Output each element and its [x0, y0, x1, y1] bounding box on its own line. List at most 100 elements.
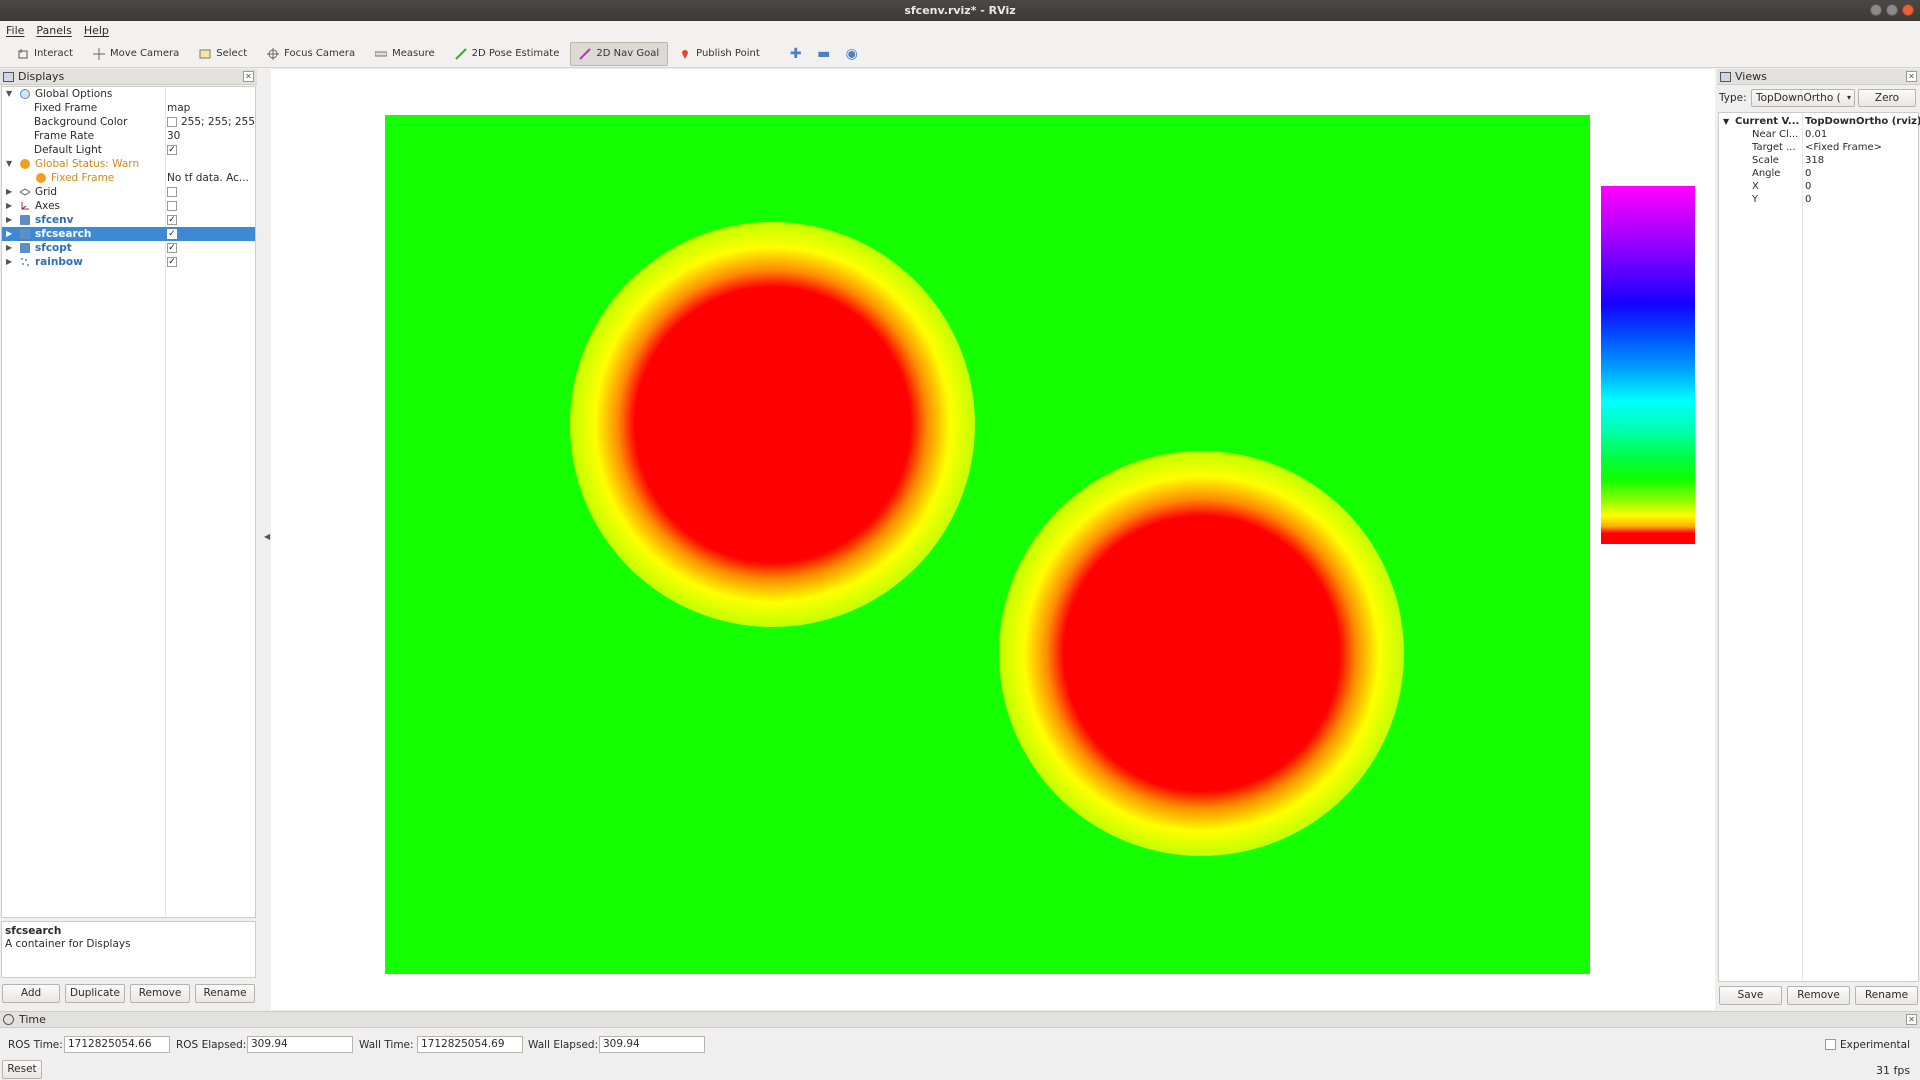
expand-arrow-icon[interactable]: ▼	[6, 90, 14, 98]
angle-value[interactable]: 0	[1805, 167, 1811, 180]
time-panel-title: Time	[19, 1013, 46, 1026]
sfcsearch-checkbox[interactable]: ✓	[167, 229, 177, 239]
tree-row-status-fixed-frame[interactable]: Fixed Frame No tf data. Ac...	[2, 171, 255, 185]
axes-checkbox[interactable]	[167, 201, 177, 211]
tree-row-sfcsearch[interactable]: ▶ sfcsearch ✓	[2, 227, 255, 241]
displays-panel: Displays ✕ ▼ Global Options Fixed Frame …	[0, 69, 257, 1010]
tool-2d-nav-goal[interactable]: 2D Nav Goal	[570, 41, 669, 66]
tree-row-global-status[interactable]: ▼ Global Status: Warn	[2, 157, 255, 171]
tree-row-default-light[interactable]: Default Light ✓	[2, 143, 255, 157]
global-status-label: Global Status: Warn	[35, 158, 140, 170]
displays-close-icon[interactable]: ✕	[243, 71, 254, 82]
menu-panels[interactable]: Panels	[36, 24, 71, 37]
menu-file[interactable]: File	[6, 24, 24, 37]
save-view-button[interactable]: Save	[1719, 986, 1782, 1005]
collapse-left-panel-icon[interactable]: ◀	[264, 532, 270, 541]
tree-row-frame-rate[interactable]: Frame Rate 30	[2, 129, 255, 143]
tree-row-rainbow[interactable]: ▶ rainbow ✓	[2, 255, 255, 269]
duplicate-display-button[interactable]: Duplicate	[65, 984, 125, 1003]
remove-tool-icon[interactable]: ▬	[811, 42, 837, 66]
minimize-button[interactable]	[1870, 4, 1882, 16]
fixed-frame-value[interactable]: map	[167, 101, 255, 115]
sfcopt-checkbox[interactable]: ✓	[167, 243, 177, 253]
color-swatch[interactable]	[167, 117, 177, 127]
wall-elapsed-field[interactable]: 309.94	[599, 1036, 705, 1053]
sfcenv-checkbox[interactable]: ✓	[167, 215, 177, 225]
default-light-checkbox[interactable]: ✓	[167, 145, 177, 155]
ros-time-field[interactable]: 1712825054.66	[64, 1036, 170, 1053]
ros-elapsed-label: ROS Elapsed:	[176, 1039, 247, 1051]
folder-icon	[20, 229, 30, 239]
obstacle-halo	[999, 451, 1404, 856]
add-display-button[interactable]: Add	[2, 984, 60, 1003]
rename-display-button[interactable]: Rename	[195, 984, 255, 1003]
target-frame-value[interactable]: <Fixed Frame>	[1805, 141, 1882, 154]
tool-interact[interactable]: Interact	[8, 42, 82, 66]
time-close-icon[interactable]: ✕	[1906, 1014, 1917, 1025]
obstacle-halo	[570, 222, 975, 627]
y-value[interactable]: 0	[1805, 193, 1811, 206]
view-type-select[interactable]: TopDownOrtho ( ▾	[1751, 89, 1855, 107]
tree-row-grid[interactable]: ▶ Grid	[2, 185, 255, 199]
view-prop-near-clip[interactable]: Near Cl... 0.01	[1719, 128, 1918, 141]
wall-time-field[interactable]: 1712825054.69	[417, 1036, 523, 1053]
tree-row-global-options[interactable]: ▼ Global Options	[2, 87, 255, 101]
ros-elapsed-field[interactable]: 309.94	[247, 1036, 353, 1053]
view-prop-x[interactable]: X 0	[1719, 180, 1918, 193]
tool-move-camera[interactable]: Move Camera	[84, 42, 188, 66]
view-prop-target-frame[interactable]: Target ... <Fixed Frame>	[1719, 141, 1918, 154]
sfcopt-label: sfcopt	[35, 242, 72, 254]
fixed-frame-label: Fixed Frame	[34, 102, 98, 114]
zero-button[interactable]: Zero	[1858, 89, 1916, 107]
displays-panel-header: Displays ✕	[0, 69, 257, 85]
collapsed-arrow-icon[interactable]: ▶	[6, 216, 14, 224]
collapsed-arrow-icon[interactable]: ▶	[6, 202, 14, 210]
add-tool-icon[interactable]: ✚	[783, 42, 809, 66]
experimental-checkbox[interactable]	[1825, 1039, 1836, 1050]
views-close-icon[interactable]: ✕	[1906, 71, 1917, 82]
grid-checkbox[interactable]	[167, 187, 177, 197]
description-text: A container for Displays	[5, 938, 131, 950]
tree-row-sfcenv[interactable]: ▶ sfcenv ✓	[2, 213, 255, 227]
view-prop-y[interactable]: Y 0	[1719, 193, 1918, 206]
tool-publish-point[interactable]: Publish Point	[670, 42, 769, 66]
view-prop-angle[interactable]: Angle 0	[1719, 167, 1918, 180]
rainbow-checkbox[interactable]: ✓	[167, 257, 177, 267]
tree-row-sfcopt[interactable]: ▶ sfcopt ✓	[2, 241, 255, 255]
tool-measure[interactable]: Measure	[366, 42, 444, 66]
time-fields-row: ROS Time: 1712825054.66 ROS Elapsed: 309…	[0, 1034, 1920, 1056]
close-button[interactable]	[1902, 4, 1914, 16]
collapsed-arrow-icon[interactable]: ▶	[6, 188, 14, 196]
tree-row-background-color[interactable]: Background Color 255; 255; 255	[2, 115, 255, 129]
views-type-row: Type: TopDownOrtho ( ▾ Zero	[1717, 87, 1920, 109]
render-viewport[interactable]	[271, 69, 1715, 1010]
expand-arrow-icon[interactable]: ▼	[6, 160, 14, 168]
tree-row-fixed-frame[interactable]: Fixed Frame map	[2, 101, 255, 115]
current-view-row[interactable]: ▼ Current V... TopDownOrtho (rviz)	[1719, 115, 1920, 128]
tool-focus-camera[interactable]: Focus Camera	[258, 42, 364, 66]
displays-tree: ▼ Global Options Fixed Frame map Backgro…	[1, 86, 256, 918]
scale-value[interactable]: 318	[1805, 154, 1824, 167]
near-clip-value[interactable]: 0.01	[1805, 128, 1827, 141]
x-value[interactable]: 0	[1805, 180, 1811, 193]
frame-rate-value[interactable]: 30	[167, 129, 255, 143]
background-color-value[interactable]: 255; 255; 255	[181, 115, 269, 129]
tool-properties-icon[interactable]: ◉	[839, 42, 865, 66]
tool-select[interactable]: Select	[190, 42, 256, 66]
rename-view-button[interactable]: Rename	[1855, 986, 1918, 1005]
tool-2d-pose-estimate[interactable]: 2D Pose Estimate	[446, 42, 569, 66]
remove-view-button[interactable]: Remove	[1787, 986, 1850, 1005]
maximize-button[interactable]	[1886, 4, 1898, 16]
remove-display-button[interactable]: Remove	[130, 984, 190, 1003]
expand-arrow-icon[interactable]: ▼	[1723, 115, 1729, 128]
menu-help[interactable]: Help	[84, 24, 109, 37]
background-color-label: Background Color	[34, 116, 128, 128]
tree-row-axes[interactable]: ▶ Axes	[2, 199, 255, 213]
reset-button[interactable]: Reset	[2, 1060, 42, 1079]
collapsed-arrow-icon[interactable]: ▶	[6, 258, 14, 266]
select-icon	[199, 48, 211, 60]
collapsed-arrow-icon[interactable]: ▶	[6, 230, 14, 238]
collapsed-arrow-icon[interactable]: ▶	[6, 244, 14, 252]
view-prop-scale[interactable]: Scale 318	[1719, 154, 1918, 167]
folder-icon	[20, 243, 30, 253]
